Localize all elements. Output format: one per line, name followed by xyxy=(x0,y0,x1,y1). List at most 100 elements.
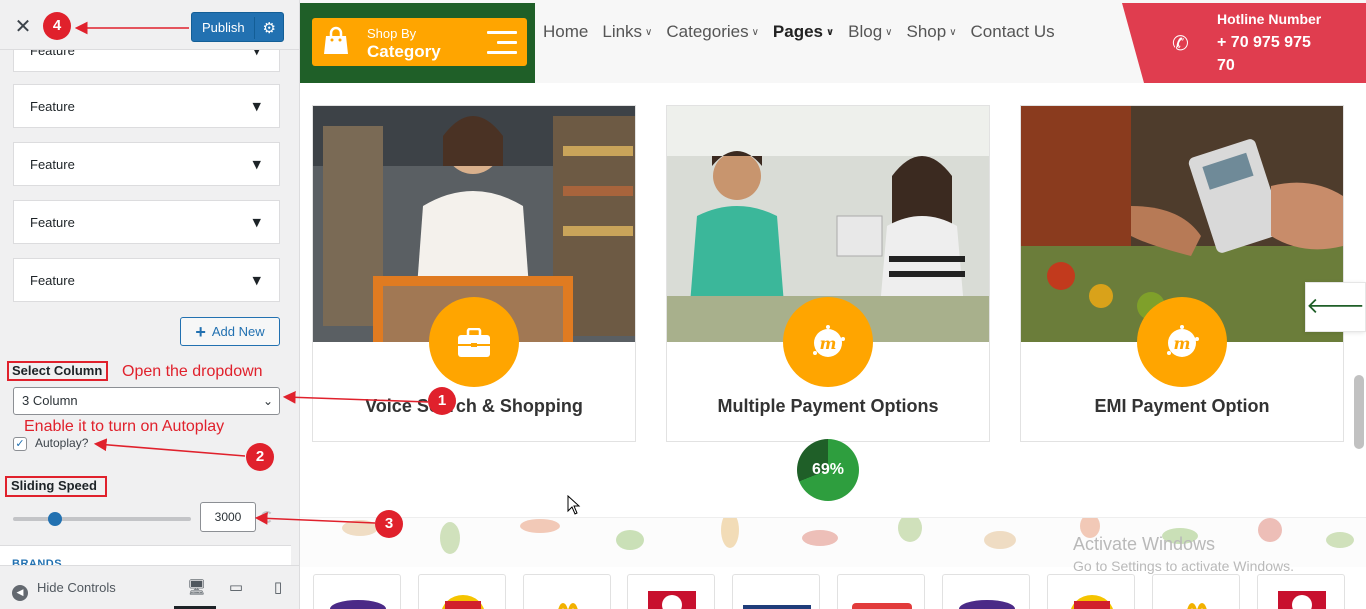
nav-blog-label: Blog xyxy=(848,22,883,41)
card-title: Multiple Payment Options xyxy=(717,396,939,416)
nav-home[interactable]: Home xyxy=(543,22,588,42)
progress-label: 69% xyxy=(811,461,845,478)
category-small-label: Shop By xyxy=(367,26,417,41)
add-new-button[interactable]: + Add New xyxy=(180,317,280,346)
feature-card[interactable]: Voice Search & Shopping xyxy=(312,105,636,442)
brand-logo-mcdonalds[interactable] xyxy=(523,574,611,609)
brand-logo-mcdonalds[interactable] xyxy=(1152,574,1240,609)
gear-icon[interactable]: ⚙ xyxy=(263,13,276,43)
briefcase-icon xyxy=(429,297,519,387)
caret-down-icon: ▼ xyxy=(252,158,261,171)
annotation-open-dropdown: Open the dropdown xyxy=(122,363,263,380)
sliding-speed-track[interactable] xyxy=(13,517,191,521)
mobile-icon[interactable]: ▯ xyxy=(270,578,286,596)
nav-pages[interactable]: Pages ∨ xyxy=(773,22,834,42)
shop-by-category-button[interactable]: Shop By Category xyxy=(312,18,527,66)
brand-logo-kfc[interactable] xyxy=(627,574,715,609)
feature-label: Feature xyxy=(30,99,75,114)
reset-icon[interactable] xyxy=(261,511,273,523)
feature-item[interactable]: Feature ▼ xyxy=(13,142,280,186)
card-title: Voice Search & Shopping xyxy=(365,396,583,416)
brand-logo-cadbury[interactable] xyxy=(942,574,1030,609)
feature-item[interactable]: Feature ▼ xyxy=(13,200,280,244)
sliding-speed-input[interactable]: 3000 xyxy=(200,502,256,532)
annotation-enable-autoplay: Enable it to turn on Autoplay xyxy=(24,418,225,435)
publish-divider xyxy=(254,17,255,39)
category-block: Shop By Category xyxy=(300,3,535,83)
chevron-down-icon: ∨ xyxy=(645,27,653,38)
phone-icon: ✆ xyxy=(1172,31,1189,55)
autoplay-label: Autoplay? xyxy=(35,436,89,450)
nav-shop-label: Shop xyxy=(906,22,947,41)
main-nav: Home Links ∨ Categories ∨ Pages ∨ Blog ∨ Sho… xyxy=(543,22,1069,42)
nav-categories[interactable]: Categories ∨ xyxy=(666,22,759,42)
category-big-label: Category xyxy=(367,42,441,61)
publish-button[interactable]: Publish ⚙ xyxy=(191,12,284,42)
nav-blog[interactable]: Blog ∨ xyxy=(848,22,892,42)
feature-label: Feature xyxy=(30,215,75,230)
brand-logo-red[interactable] xyxy=(837,574,925,609)
desktop-icon[interactable]: 🖥 xyxy=(187,578,206,596)
chevron-down-icon: ∨ xyxy=(751,27,759,38)
annotation-badge: 3 xyxy=(375,510,403,538)
column-select-value: 3 Column xyxy=(22,393,78,408)
feature-item[interactable]: Feature ▼ xyxy=(13,258,280,302)
annotation-badge: 1 xyxy=(428,387,456,415)
brand-logo-blue[interactable] xyxy=(732,574,820,609)
meetup-icon: m xyxy=(783,297,873,387)
nav-shop[interactable]: Shop ∨ xyxy=(907,22,957,42)
chevron-down-icon: ∨ xyxy=(826,27,835,38)
brand-logo-lays[interactable] xyxy=(418,574,506,609)
mouse-cursor-icon xyxy=(567,494,581,520)
sliding-speed-handle[interactable] xyxy=(48,512,62,526)
nav-links[interactable]: Links ∨ xyxy=(602,22,652,42)
customizer-screen: ✕ Publish ⚙ Feature ▼ Feature ▼ Feature … xyxy=(0,0,1366,609)
feature-item[interactable]: Feature ▼ xyxy=(13,84,280,128)
nav-pages-label: Pages xyxy=(772,22,824,41)
feature-card[interactable]: m EMI Payment Option xyxy=(1020,105,1344,442)
sidebar-footer: ◀ Hide Controls 🖥 ▭ ▯ xyxy=(0,565,299,609)
hide-controls-button[interactable]: ◀ Hide Controls xyxy=(12,580,116,601)
hide-controls-label: Hide Controls xyxy=(37,580,116,595)
select-column-label: Select Column xyxy=(12,363,103,378)
caret-down-icon: ▼ xyxy=(252,216,261,229)
hotline-block[interactable]: ✆ Hotline Number + 70 975 975 70 xyxy=(1144,3,1366,83)
nav-home-label: Home xyxy=(543,22,589,41)
activate-windows-title: Activate Windows xyxy=(1073,534,1216,554)
chevron-down-icon: ∨ xyxy=(885,27,893,38)
nav-categories-label: Categories xyxy=(666,22,749,41)
feature-card[interactable]: m Multiple Payment Options xyxy=(666,105,990,442)
tablet-icon[interactable]: ▭ xyxy=(228,578,244,596)
page-scrollbar[interactable] xyxy=(1354,375,1364,449)
progress-indicator: 69% xyxy=(797,439,859,501)
chevron-down-icon: ∨ xyxy=(949,27,957,38)
site-header: Shop By Category Home Links ∨ Categories ∨… xyxy=(300,0,1366,83)
svg-text:m: m xyxy=(1174,334,1191,353)
close-icon[interactable]: ✕ xyxy=(10,14,36,40)
column-select[interactable]: 3 Column ⌄ xyxy=(13,387,280,415)
hotline-wedge xyxy=(1122,3,1144,83)
feature-label: Feature xyxy=(30,157,75,172)
nav-links-label: Links xyxy=(602,22,643,41)
card-title: EMI Payment Option xyxy=(1094,396,1270,416)
add-new-label: Add New xyxy=(211,324,265,339)
feature-label: Feature xyxy=(30,273,75,288)
hotline-number: + 70 975 975 70 xyxy=(1217,34,1311,74)
meetup-icon: m xyxy=(1137,297,1227,387)
brand-logo-cadbury[interactable] xyxy=(313,574,401,609)
plus-icon: + xyxy=(195,322,206,342)
shopping-bag-icon xyxy=(322,26,350,56)
caret-down-icon: ▼ xyxy=(252,100,261,113)
nav-contact-label: Contact Us xyxy=(970,22,1055,41)
sliding-speed-label: Sliding Speed xyxy=(11,478,97,493)
customizer-sidebar: ✕ Publish ⚙ Feature ▼ Feature ▼ Feature … xyxy=(0,0,300,609)
svg-text:m: m xyxy=(820,334,837,353)
brand-logo-kfc[interactable] xyxy=(1257,574,1345,609)
autoplay-checkbox[interactable]: ✓ xyxy=(13,437,27,451)
caret-down-icon: ▼ xyxy=(252,274,261,287)
nav-contact[interactable]: Contact Us xyxy=(971,22,1055,42)
arrow-left-icon[interactable]: 🡐 xyxy=(1305,282,1366,332)
brand-logo-lays[interactable] xyxy=(1047,574,1135,609)
annotation-badge: 4 xyxy=(43,12,71,40)
activate-windows-subtitle: Go to Settings to activate Windows. xyxy=(1073,558,1294,574)
